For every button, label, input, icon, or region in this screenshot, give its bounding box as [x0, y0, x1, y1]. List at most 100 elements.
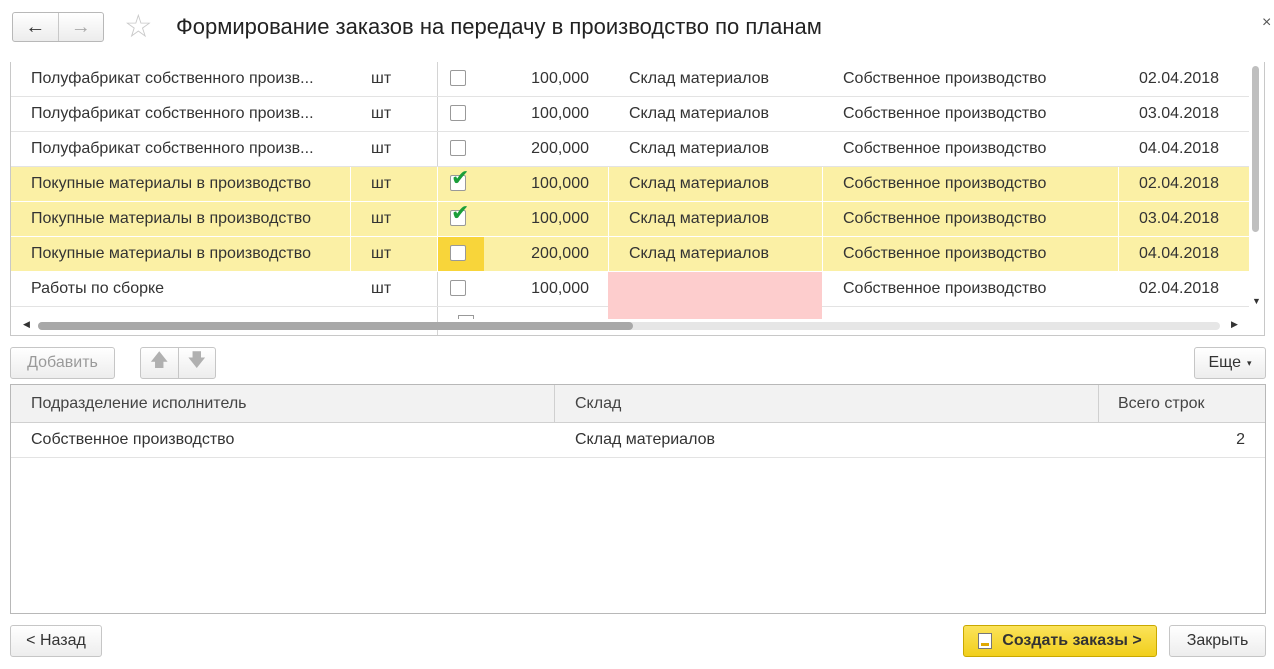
table-row[interactable]: Работы по сборке шт 100,000 Собственное про…: [11, 272, 1249, 307]
scroll-down-arrow-icon[interactable]: ▼: [1252, 296, 1261, 306]
cell-divider: [350, 202, 351, 237]
cell-date: 03.04.2018: [1139, 105, 1220, 122]
cell-date: 02.04.2018: [1139, 70, 1220, 87]
cell-warehouse: Склад материалов: [629, 140, 769, 157]
more-label: Еще: [1208, 354, 1242, 371]
header-department[interactable]: Подразделение исполнитель: [31, 385, 246, 423]
cell-warehouse: Склад материалов: [629, 245, 769, 262]
cell-name: Покупные материалы в производство: [31, 210, 311, 227]
column-divider: [1098, 385, 1099, 423]
cell-date: 02.04.2018: [1139, 280, 1220, 297]
cell-unit: шт: [371, 210, 392, 227]
header-warehouse[interactable]: Склад: [575, 385, 621, 423]
checkbox-partial: [458, 315, 474, 319]
table-row[interactable]: Полуфабрикат собственного произв... шт 200…: [11, 132, 1249, 167]
cell-divider: [608, 237, 609, 272]
back-arrow-icon[interactable]: ←: [13, 13, 59, 41]
scroll-left-arrow-icon[interactable]: ◀: [23, 319, 30, 330]
cell-name: Полуфабрикат собственного произв...: [31, 70, 314, 87]
cell-quantity: 100,000: [531, 175, 589, 192]
cell-department: Собственное производство: [843, 140, 1047, 157]
cell-total-rows: 2: [1236, 431, 1245, 448]
cell-warehouse: Склад материалов: [629, 105, 769, 122]
cell-checkbox[interactable]: ✔: [438, 167, 484, 201]
cell-department: Собственное производство: [843, 210, 1047, 227]
cell-warehouse: [629, 272, 824, 306]
summary-table-header: Подразделение исполнитель Склад Всего ст…: [11, 385, 1265, 423]
cell-unit: шт: [371, 105, 392, 122]
close-button[interactable]: Закрыть: [1169, 625, 1266, 657]
cell-quantity: 100,000: [531, 280, 589, 297]
cell-date: 02.04.2018: [1139, 175, 1220, 192]
add-button[interactable]: Добавить: [10, 347, 115, 379]
cell-warehouse: Склад материалов: [575, 431, 715, 448]
cell-warehouse: Склад материалов: [629, 70, 769, 87]
cell-name: Полуфабрикат собственного произв...: [31, 140, 314, 157]
column-divider: [554, 385, 555, 423]
table-row[interactable]: Полуфабрикат собственного произв... шт 100…: [11, 97, 1249, 132]
checkmark-icon: ✔: [451, 167, 470, 190]
cell-quantity: 100,000: [531, 210, 589, 227]
table-row[interactable]: Покупные материалы в производство шт ✔ 100,…: [11, 167, 1249, 202]
checkbox[interactable]: [450, 280, 466, 296]
cell-checkbox[interactable]: [438, 97, 484, 131]
cell-quantity: 100,000: [531, 105, 589, 122]
header-total-rows[interactable]: Всего строк: [1118, 385, 1205, 423]
move-down-icon[interactable]: 🡇: [179, 348, 216, 378]
orders-table: Полуфабрикат собственного произв... шт 100…: [10, 62, 1265, 336]
vertical-scrollbar-thumb[interactable]: [1252, 66, 1259, 232]
cell-department: Собственное производство: [843, 70, 1047, 87]
table-row[interactable]: Покупные материалы в производство шт ✔ 100,…: [11, 202, 1249, 237]
move-buttons: 🡅 🡇: [140, 347, 216, 379]
cell-name: Покупные материалы в производство: [31, 175, 311, 192]
cell-warehouse: Склад материалов: [629, 175, 769, 192]
cell-date: 04.04.2018: [1139, 245, 1220, 262]
cell-divider: [350, 167, 351, 202]
cell-divider: [608, 202, 609, 237]
cell-date: 03.04.2018: [1139, 210, 1220, 227]
cell-department: Собственное производство: [843, 245, 1047, 262]
scroll-right-arrow-icon[interactable]: ▶: [1231, 319, 1238, 330]
checkbox[interactable]: [450, 245, 466, 261]
cell-checkbox[interactable]: [438, 62, 484, 96]
cell-department: Собственное производство: [843, 175, 1047, 192]
cell-checkbox[interactable]: [438, 237, 484, 271]
cell-department: Собственное производство: [843, 105, 1047, 122]
checkbox[interactable]: [450, 105, 466, 121]
cell-date: 04.04.2018: [1139, 140, 1220, 157]
create-orders-label: Создать заказы >: [1002, 632, 1142, 649]
page-title: Формирование заказов на передачу в произ…: [176, 14, 822, 39]
summary-table: Подразделение исполнитель Склад Всего ст…: [10, 384, 1266, 614]
move-up-icon[interactable]: 🡅: [141, 348, 179, 378]
create-orders-button[interactable]: Создать заказы >: [963, 625, 1157, 657]
cell-name: Покупные материалы в производство: [31, 245, 311, 262]
horizontal-scrollbar-thumb[interactable]: [38, 322, 633, 330]
cell-department: Собственное производство: [31, 431, 235, 448]
checkbox[interactable]: [450, 70, 466, 86]
document-icon: [978, 633, 993, 649]
cell-unit: шт: [371, 175, 392, 192]
table-row[interactable]: Покупные материалы в производство шт 200,0…: [11, 237, 1249, 272]
table-row[interactable]: Полуфабрикат собственного произв... шт 100…: [11, 62, 1249, 97]
cell-unit: шт: [371, 140, 392, 157]
cell-name: Работы по сборке: [31, 280, 165, 297]
favorite-star-icon[interactable]: ☆: [124, 10, 153, 42]
cell-unit: шт: [371, 70, 392, 87]
cell-warehouse: Склад материалов: [629, 210, 769, 227]
cell-checkbox[interactable]: [438, 132, 484, 166]
chevron-down-icon: ▾: [1247, 357, 1252, 368]
close-icon[interactable]: ×: [1262, 14, 1271, 32]
cell-quantity: 100,000: [531, 70, 589, 87]
more-button[interactable]: Еще ▾: [1194, 347, 1266, 379]
back-button[interactable]: < Назад: [10, 625, 102, 657]
cell-unit: шт: [371, 280, 392, 297]
cell-checkbox[interactable]: ✔: [438, 202, 484, 236]
checkbox[interactable]: [450, 140, 466, 156]
cell-divider: [350, 237, 351, 272]
cell-quantity: 200,000: [531, 140, 589, 157]
cell-name: Полуфабрикат собственного произв...: [31, 105, 314, 122]
forward-arrow-icon[interactable]: →: [59, 13, 104, 41]
table-row[interactable]: Собственное производство Склад материало…: [11, 423, 1265, 458]
error-cell: [608, 307, 822, 319]
cell-checkbox[interactable]: [438, 272, 484, 306]
